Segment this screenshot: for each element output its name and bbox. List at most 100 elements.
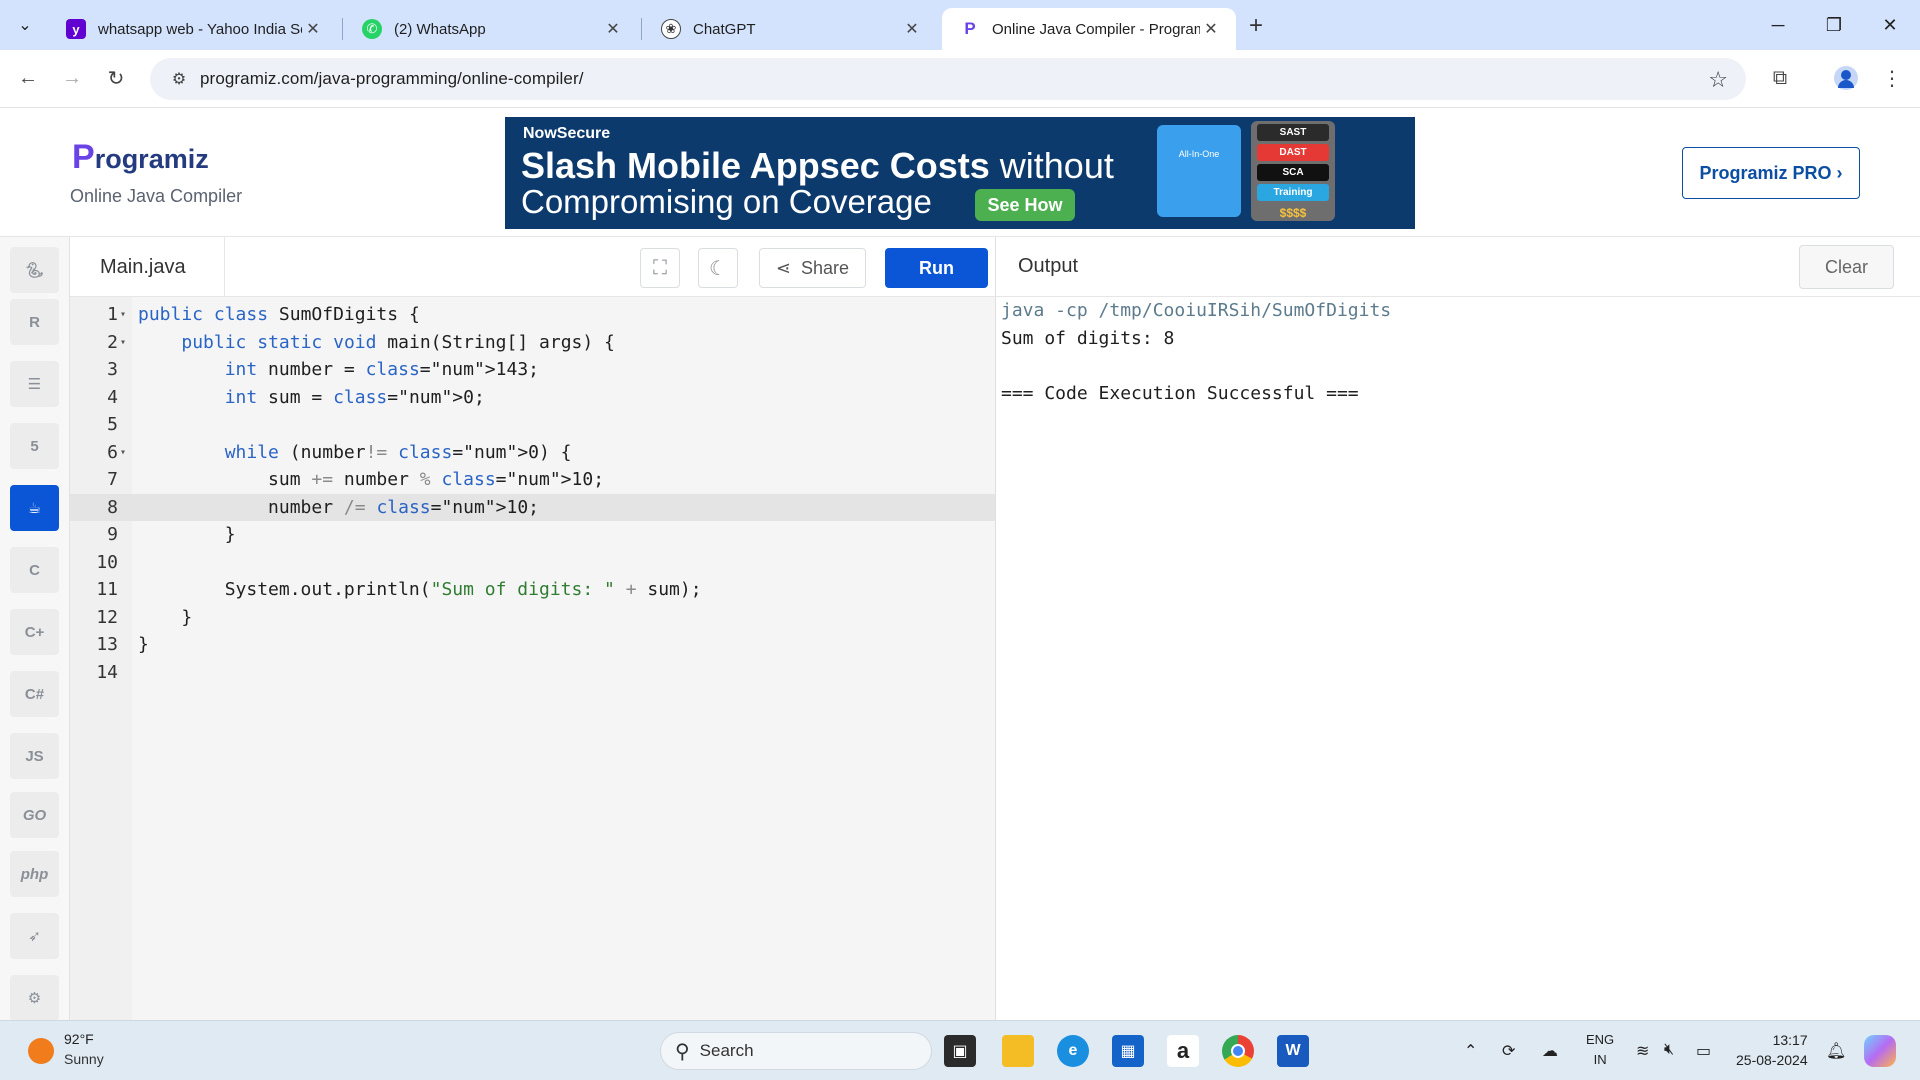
notification-bell-icon[interactable]: 🔔︎ <box>1826 1041 1846 1061</box>
tab-programiz-active[interactable]: P Online Java Compiler - Program ✕ <box>942 8 1236 50</box>
code-text[interactable]: } <box>138 604 192 632</box>
new-tab-button[interactable]: + <box>1240 12 1272 40</box>
fold-caret-icon[interactable]: ▾ <box>120 439 126 467</box>
code-text[interactable]: sum += number % class="num">10; <box>138 466 604 494</box>
lang-php[interactable]: php <box>10 851 59 897</box>
code-text[interactable]: } <box>138 521 236 549</box>
code-text[interactable]: number /= class="num">10; <box>138 494 539 522</box>
address-bar[interactable]: ⚙ programiz.com/java-programming/online-… <box>150 58 1746 100</box>
file-tab-main-java[interactable]: Main.java <box>70 237 225 297</box>
code-text[interactable]: public class SumOfDigits { <box>138 301 420 329</box>
forward-button[interactable]: → <box>54 60 90 96</box>
weather-description[interactable]: Sunny <box>64 1051 104 1067</box>
cloud-offline-icon[interactable]: ☁ <box>1542 1041 1558 1061</box>
volume-muted-icon[interactable]: 🔇︎ <box>1664 1041 1674 1059</box>
microsoft-store-icon[interactable]: ▦ <box>1112 1035 1144 1067</box>
close-icon[interactable]: ✕ <box>602 18 624 40</box>
clear-button[interactable]: Clear <box>1799 245 1894 289</box>
copilot-icon[interactable] <box>1864 1035 1896 1067</box>
browser-menu-button[interactable]: ⋮ <box>1874 60 1910 96</box>
line-number: 8 <box>107 496 118 518</box>
lang-python[interactable]: 🐍︎ <box>10 247 59 293</box>
back-button[interactable]: ← <box>10 60 46 96</box>
close-icon[interactable]: ✕ <box>901 18 923 40</box>
ad-cta-button[interactable]: See How <box>975 189 1075 221</box>
code-line[interactable]: 7 sum += number % class="num">10; <box>70 466 995 494</box>
code-line[interactable]: 2 ▾ public static void main(String[] args… <box>70 329 995 357</box>
battery-icon[interactable]: ▭ <box>1696 1041 1711 1061</box>
fold-caret-icon[interactable]: ▾ <box>120 301 126 329</box>
code-text[interactable]: System.out.println("Sum of digits: " + s… <box>138 576 702 604</box>
programiz-logo[interactable]: Programiz <box>72 138 209 177</box>
minimize-button[interactable]: ─ <box>1750 8 1806 42</box>
file-explorer-icon[interactable] <box>1002 1035 1034 1067</box>
code-text[interactable]: public static void main(String[] args) { <box>138 329 615 357</box>
wifi-icon[interactable]: ≋ <box>1636 1041 1649 1061</box>
code-line[interactable]: 12 } <box>70 604 995 632</box>
output-console[interactable]: java -cp /tmp/CooiuIRSih/SumOfDigits Sum… <box>995 297 1920 1020</box>
code-line[interactable]: 8 number /= class="num">10; <box>70 493 995 522</box>
code-line[interactable]: 4 int sum = class="num">0; <box>70 384 995 412</box>
tab-whatsapp[interactable]: ✆ (2) WhatsApp ✕ <box>344 8 638 50</box>
lang-html[interactable]: 5 <box>10 423 59 469</box>
code-line[interactable]: 9 } <box>70 521 995 549</box>
code-line[interactable]: 14 <box>70 659 995 687</box>
windows-start-icon[interactable] <box>612 1036 642 1066</box>
share-button[interactable]: ⋖ Share <box>759 248 866 288</box>
code-line[interactable]: 6 ▾ while (number!= class="num">0) { <box>70 439 995 467</box>
lang-go[interactable]: GO <box>10 792 59 838</box>
word-icon[interactable]: W <box>1277 1035 1309 1067</box>
code-editor[interactable]: 1 ▾ public class SumOfDigits {2 ▾ public st… <box>70 297 995 1020</box>
lang-swift[interactable]: ➶ <box>10 913 59 959</box>
show-hidden-icons-button[interactable]: ⌃ <box>1464 1041 1477 1061</box>
fold-caret-icon[interactable]: ▾ <box>120 329 126 357</box>
url-text[interactable]: programiz.com/java-programming/online-co… <box>200 69 584 89</box>
sun-icon[interactable] <box>28 1038 54 1064</box>
run-button[interactable]: Run <box>885 248 988 288</box>
code-line[interactable]: 3 int number = class="num">143; <box>70 356 995 384</box>
lang-c[interactable]: C <box>10 547 59 593</box>
close-icon[interactable]: ✕ <box>302 18 324 40</box>
bookmark-star-icon[interactable]: ☆ <box>1708 67 1728 93</box>
tab-chatgpt[interactable]: ❀ ChatGPT ✕ <box>643 8 937 50</box>
code-text[interactable]: int sum = class="num">0; <box>138 384 485 412</box>
amazon-icon[interactable]: a <box>1167 1035 1199 1067</box>
chrome-icon[interactable] <box>1222 1035 1254 1067</box>
code-line[interactable]: 10 <box>70 549 995 577</box>
lang-sql[interactable]: ☰ <box>10 361 59 407</box>
tab-yahoo[interactable]: y whatsapp web - Yahoo India Se ✕ <box>48 8 338 50</box>
lang-cpp[interactable]: C+ <box>10 609 59 655</box>
extensions-button[interactable]: ⧉ <box>1762 60 1798 96</box>
site-info-icon[interactable]: ⚙ <box>158 69 200 89</box>
code-text[interactable]: int number = class="num">143; <box>138 356 539 384</box>
lang-r[interactable]: R <box>10 299 59 345</box>
lang-javascript[interactable]: JS <box>10 733 59 779</box>
reload-button[interactable]: ↻ <box>98 60 134 96</box>
weather-temperature[interactable]: 92°F <box>64 1031 94 1047</box>
programiz-pro-button[interactable]: Programiz PRO › <box>1682 147 1860 199</box>
edge-icon[interactable]: e <box>1057 1035 1089 1067</box>
fullscreen-button[interactable]: ⛶ <box>640 248 680 288</box>
code-text[interactable]: } <box>138 631 149 659</box>
code-line[interactable]: 13} <box>70 631 995 659</box>
ad-headline-2: Compromising on Coverage <box>521 183 932 220</box>
close-icon[interactable]: ✕ <box>1200 18 1222 40</box>
system-clock[interactable]: 13:17 25-08-2024 <box>1736 1030 1808 1070</box>
lang-java[interactable]: ☕︎ <box>10 485 59 531</box>
restore-button[interactable]: ❐ <box>1806 8 1862 42</box>
code-line[interactable]: 5 <box>70 411 995 439</box>
sync-icon[interactable]: ⟳ <box>1502 1041 1515 1061</box>
task-view-icon[interactable]: ▣ <box>944 1035 976 1067</box>
code-line[interactable]: 1 ▾ public class SumOfDigits { <box>70 301 995 329</box>
taskbar-search[interactable]: ⚲ Search <box>660 1032 932 1070</box>
dark-mode-button[interactable]: ☾ <box>698 248 738 288</box>
tab-search-button[interactable]: ⌄ <box>8 8 42 42</box>
profile-button[interactable] <box>1828 60 1864 96</box>
lang-csharp[interactable]: C# <box>10 671 59 717</box>
code-line[interactable]: 11 System.out.println("Sum of digits: " … <box>70 576 995 604</box>
code-text[interactable]: while (number!= class="num">0) { <box>138 439 572 467</box>
close-window-button[interactable]: ✕ <box>1862 8 1918 42</box>
advertisement-banner[interactable]: NowSecure Slash Mobile Appsec Costs with… <box>505 117 1415 229</box>
language-indicator[interactable]: ENG IN <box>1586 1030 1614 1070</box>
lang-rust[interactable]: ⚙ <box>10 975 59 1020</box>
